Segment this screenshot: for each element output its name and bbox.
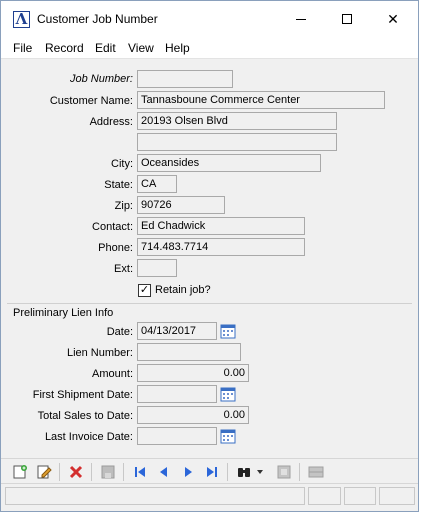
app-logo-icon: Λ [13, 11, 30, 28]
calendar-icon[interactable] [220, 428, 236, 444]
binoculars-icon [238, 468, 250, 477]
first-record-icon [135, 467, 145, 477]
find-button[interactable] [235, 464, 253, 480]
customer-name-field[interactable]: Tannasboune Commerce Center [137, 91, 385, 109]
contact-field[interactable]: Ed Chadwick [137, 217, 305, 235]
toolbar [1, 458, 418, 484]
minimize-button[interactable] [278, 1, 324, 37]
section-divider [7, 303, 412, 304]
save-icon [101, 465, 115, 479]
new-document-icon [13, 465, 27, 479]
status-panel [379, 487, 415, 505]
last-invoice-field[interactable] [137, 427, 217, 445]
list-view-button[interactable] [307, 464, 325, 480]
list-icon [308, 466, 324, 478]
edit-record-button[interactable] [35, 464, 53, 480]
state-field[interactable]: CA [137, 175, 177, 193]
lien-date-field[interactable]: 04/13/2017 [137, 322, 217, 340]
job-number-field[interactable] [137, 70, 233, 88]
calendar-icon[interactable] [220, 323, 236, 339]
last-record-icon [207, 467, 217, 477]
lien-number-label: Lien Number: [66, 347, 133, 359]
close-button[interactable]: ✕ [370, 1, 416, 37]
first-shipment-label: First Shipment Date: [32, 389, 133, 401]
maximize-icon [342, 14, 352, 24]
total-sales-label: Total Sales to Date: [37, 410, 133, 422]
city-label: City: [111, 158, 133, 170]
menu-record[interactable]: Record [45, 41, 84, 55]
contact-label: Contact: [92, 221, 133, 233]
toolbar-separator [123, 463, 124, 481]
customer-name-label: Customer Name: [49, 95, 133, 107]
first-record-button[interactable] [131, 464, 149, 480]
address-line1-field[interactable]: 20193 Olsen Blvd [137, 112, 337, 130]
menu-edit[interactable]: Edit [95, 41, 116, 55]
status-panel-main [5, 487, 305, 505]
save-record-button[interactable] [99, 464, 117, 480]
last-invoice-label: Last Invoice Date: [44, 431, 133, 443]
find-dropdown-button[interactable] [255, 464, 265, 480]
state-label: State: [104, 179, 133, 191]
close-icon: ✕ [387, 10, 399, 27]
status-panel [344, 487, 376, 505]
lien-date-label: Date: [106, 326, 133, 338]
job-number-label: Job Number: [70, 73, 133, 85]
first-shipment-field[interactable] [137, 385, 217, 403]
status-bar [5, 487, 415, 507]
toolbar-separator [227, 463, 228, 481]
last-record-button[interactable] [203, 464, 221, 480]
toolbar-separator [91, 463, 92, 481]
print-button[interactable] [275, 464, 293, 480]
zip-field[interactable]: 90726 [137, 196, 225, 214]
zip-label: Zip: [114, 200, 133, 212]
total-sales-field[interactable]: 0.00 [137, 406, 249, 424]
previous-record-button[interactable] [155, 464, 173, 480]
toolbar-separator [59, 463, 60, 481]
next-record-button[interactable] [179, 464, 197, 480]
edit-document-icon [37, 465, 52, 479]
menu-bar: File Record Edit View Help [1, 37, 418, 59]
city-field[interactable]: Oceansides [137, 154, 321, 172]
calendar-icon[interactable] [220, 386, 236, 402]
menu-help[interactable]: Help [165, 41, 190, 55]
new-record-button[interactable] [11, 464, 29, 480]
amount-field[interactable]: 0.00 [137, 364, 249, 382]
address-line2-field[interactable] [137, 133, 337, 151]
window-title: Customer Job Number [37, 12, 158, 26]
phone-field[interactable]: 714.483.7714 [137, 238, 305, 256]
print-icon [277, 465, 291, 479]
menu-file[interactable]: File [13, 41, 32, 55]
retain-job-label: Retain job? [155, 284, 211, 296]
address-label: Address: [89, 116, 133, 128]
delete-icon [69, 465, 83, 479]
maximize-button[interactable] [324, 1, 370, 37]
previous-record-icon [160, 467, 167, 477]
ext-field[interactable] [137, 259, 177, 277]
ext-label: Ext: [114, 263, 133, 275]
chevron-down-icon [257, 470, 263, 474]
lien-number-field[interactable] [137, 343, 241, 361]
next-record-icon [185, 467, 192, 477]
minimize-icon [296, 18, 306, 20]
app-window: Λ Customer Job Number ✕ File Record Edit… [0, 0, 419, 512]
phone-label: Phone: [98, 242, 133, 254]
toolbar-separator [299, 463, 300, 481]
title-bar[interactable]: Λ Customer Job Number ✕ [1, 1, 418, 37]
lien-section-title: Preliminary Lien Info [13, 307, 114, 319]
amount-label: Amount: [92, 368, 133, 380]
status-panel [308, 487, 341, 505]
menu-view[interactable]: View [128, 41, 154, 55]
retain-job-checkbox[interactable]: ✓ [138, 284, 151, 297]
delete-record-button[interactable] [67, 464, 85, 480]
